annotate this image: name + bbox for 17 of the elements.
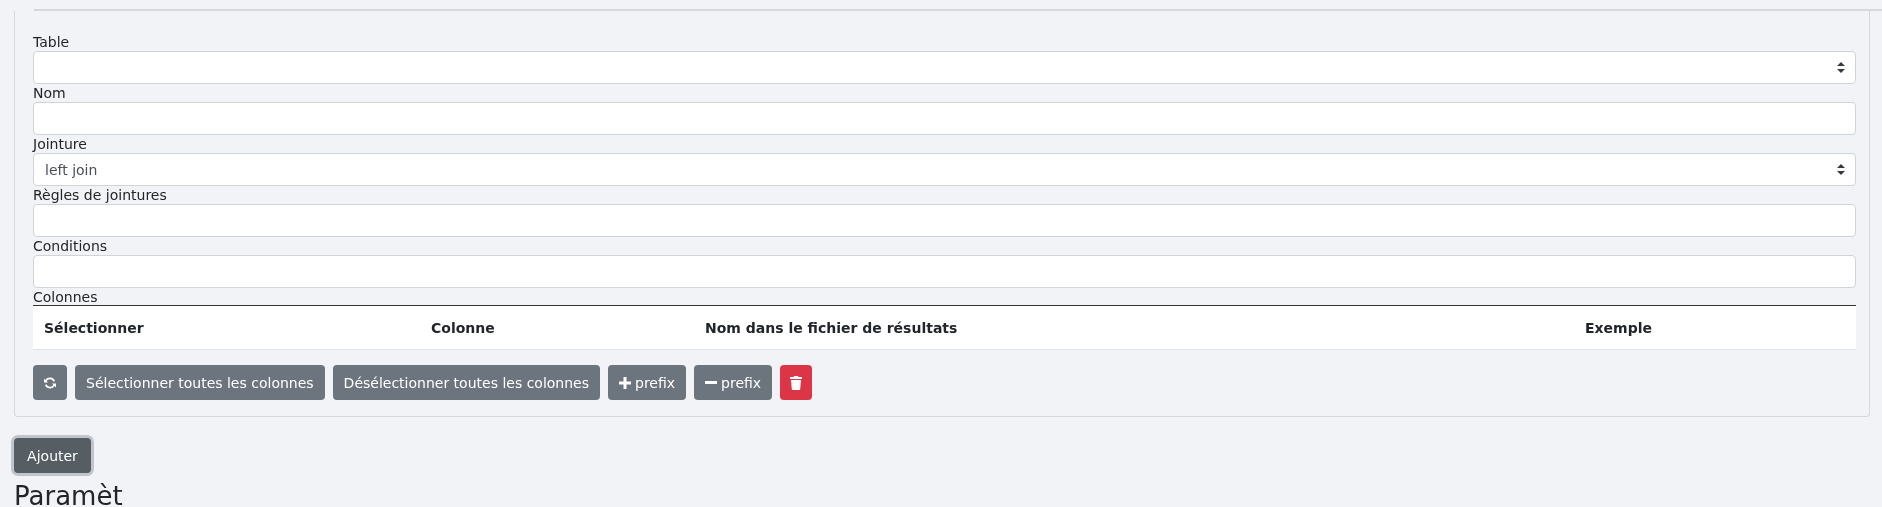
column-header: Nom dans le fichier de résultats — [704, 319, 959, 336]
field-label: Table — [33, 35, 71, 50]
field-label: Jointure — [33, 137, 88, 152]
remove-prefix-button[interactable]: prefix — [694, 365, 773, 400]
add-button[interactable]: Ajouter — [14, 438, 91, 473]
action-button[interactable]: Sélectionner toutes les colonnes — [75, 365, 325, 400]
add-prefix-button[interactable]: prefix — [608, 365, 687, 400]
action-button[interactable]: Désélectionner toutes les colonnes — [332, 365, 600, 400]
field-label: Conditions — [33, 239, 109, 254]
select-field[interactable]: left join — [33, 153, 1856, 186]
field-label: Règles de jointures — [33, 188, 168, 203]
column-header: Colonne — [430, 319, 496, 336]
column-header: Exemple — [1584, 319, 1653, 336]
column-header: Sélectionner — [43, 319, 145, 336]
section-heading: Paramèt — [14, 481, 124, 507]
field-label: Nom — [33, 86, 67, 101]
field-label: Colonnes — [33, 290, 99, 305]
